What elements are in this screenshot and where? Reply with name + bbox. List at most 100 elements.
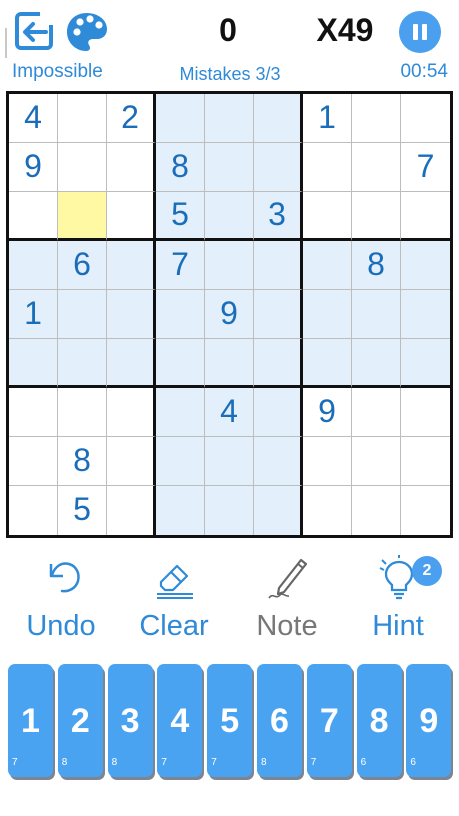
undo-button[interactable]: Undo: [6, 548, 116, 650]
board-cell[interactable]: 6: [58, 241, 107, 290]
board-cell[interactable]: [352, 437, 401, 486]
board-cell[interactable]: [303, 143, 352, 192]
board-cell[interactable]: 8: [156, 143, 205, 192]
board-cell[interactable]: 9: [205, 290, 254, 339]
number-key-2[interactable]: 28: [57, 664, 103, 777]
board-cell[interactable]: [303, 437, 352, 486]
pause-button[interactable]: [399, 11, 441, 53]
number-key-9[interactable]: 96: [406, 664, 452, 777]
board-cell[interactable]: 2: [107, 94, 156, 143]
board-cell[interactable]: 7: [156, 241, 205, 290]
board-cell[interactable]: [254, 388, 303, 437]
board-cell[interactable]: [9, 241, 58, 290]
board-cell[interactable]: [107, 339, 156, 388]
key-remaining-count: 7: [161, 757, 167, 768]
board-cell[interactable]: [156, 388, 205, 437]
board-cell[interactable]: [9, 437, 58, 486]
board-cell[interactable]: [205, 339, 254, 388]
board-cell[interactable]: [303, 192, 352, 241]
board-cell[interactable]: [352, 94, 401, 143]
board-cell[interactable]: [303, 486, 352, 535]
theme-button[interactable]: [64, 10, 110, 54]
board-cell[interactable]: [401, 290, 450, 339]
board-cell[interactable]: [401, 486, 450, 535]
board-cell[interactable]: [205, 143, 254, 192]
board-cell[interactable]: [107, 486, 156, 535]
board-cell[interactable]: [352, 486, 401, 535]
board-cell[interactable]: [352, 388, 401, 437]
board-cell[interactable]: [352, 339, 401, 388]
board-cell[interactable]: [156, 339, 205, 388]
board-cell[interactable]: [205, 94, 254, 143]
number-key-6[interactable]: 68: [257, 664, 302, 777]
number-key-7[interactable]: 77: [306, 664, 352, 777]
number-key-5[interactable]: 57: [207, 664, 253, 777]
board-cell[interactable]: [401, 388, 450, 437]
exit-button[interactable]: [14, 11, 56, 53]
board-cell[interactable]: 5: [58, 486, 107, 535]
board-cell[interactable]: [303, 339, 352, 388]
board-cell[interactable]: [352, 143, 401, 192]
number-key-1[interactable]: 17: [8, 664, 53, 777]
board-cell[interactable]: [156, 437, 205, 486]
hint-button[interactable]: 2 Hint: [343, 548, 453, 650]
board-cell[interactable]: [107, 192, 156, 241]
board-cell[interactable]: [156, 94, 205, 143]
board-cell[interactable]: [352, 192, 401, 241]
board-cell[interactable]: [9, 486, 58, 535]
board-cell[interactable]: [254, 143, 303, 192]
board-cell[interactable]: [205, 486, 254, 535]
board-cell[interactable]: [58, 388, 107, 437]
board-cell[interactable]: [58, 192, 107, 241]
board-cell[interactable]: [58, 339, 107, 388]
board-cell[interactable]: [107, 437, 156, 486]
number-key-8[interactable]: 86: [356, 664, 402, 777]
board-cell[interactable]: 1: [9, 290, 58, 339]
number-pad: 172838475768778696: [8, 664, 454, 780]
board-cell[interactable]: [401, 94, 450, 143]
board-cell[interactable]: 5: [156, 192, 205, 241]
board-cell[interactable]: [205, 437, 254, 486]
clear-button[interactable]: Clear: [119, 548, 229, 650]
board-cell[interactable]: 4: [9, 94, 58, 143]
board-cell[interactable]: [9, 388, 58, 437]
board-cell[interactable]: 9: [9, 143, 58, 192]
note-button[interactable]: Note: [232, 548, 342, 650]
board-cell[interactable]: [352, 290, 401, 339]
board-cell[interactable]: [9, 339, 58, 388]
board-cell[interactable]: [205, 192, 254, 241]
board-cell[interactable]: [107, 143, 156, 192]
board-cell[interactable]: [205, 241, 254, 290]
board-cell[interactable]: 1: [303, 94, 352, 143]
board-cell[interactable]: [58, 143, 107, 192]
board-cell[interactable]: [303, 241, 352, 290]
board-cell[interactable]: [107, 388, 156, 437]
board-cell[interactable]: [401, 437, 450, 486]
cell-digit: 4: [24, 98, 42, 135]
board-cell[interactable]: 9: [303, 388, 352, 437]
board-cell[interactable]: [107, 241, 156, 290]
board-cell[interactable]: [58, 290, 107, 339]
number-key-4[interactable]: 47: [157, 664, 203, 777]
board-cell[interactable]: [401, 241, 450, 290]
board-cell[interactable]: [254, 339, 303, 388]
board-cell[interactable]: 8: [352, 241, 401, 290]
board-cell[interactable]: 3: [254, 192, 303, 241]
board-cell[interactable]: [107, 290, 156, 339]
board-cell[interactable]: [9, 192, 58, 241]
number-key-3[interactable]: 38: [107, 664, 153, 777]
board-cell[interactable]: [254, 94, 303, 143]
board-cell[interactable]: [401, 192, 450, 241]
board-cell[interactable]: [254, 486, 303, 535]
board-cell[interactable]: 4: [205, 388, 254, 437]
board-cell[interactable]: [156, 290, 205, 339]
board-cell[interactable]: [303, 290, 352, 339]
board-cell[interactable]: [254, 437, 303, 486]
board-cell[interactable]: 7: [401, 143, 450, 192]
board-cell[interactable]: [401, 339, 450, 388]
board-cell[interactable]: [58, 94, 107, 143]
board-cell[interactable]: [254, 241, 303, 290]
board-cell[interactable]: [254, 290, 303, 339]
board-cell[interactable]: [156, 486, 205, 535]
board-cell[interactable]: 8: [58, 437, 107, 486]
